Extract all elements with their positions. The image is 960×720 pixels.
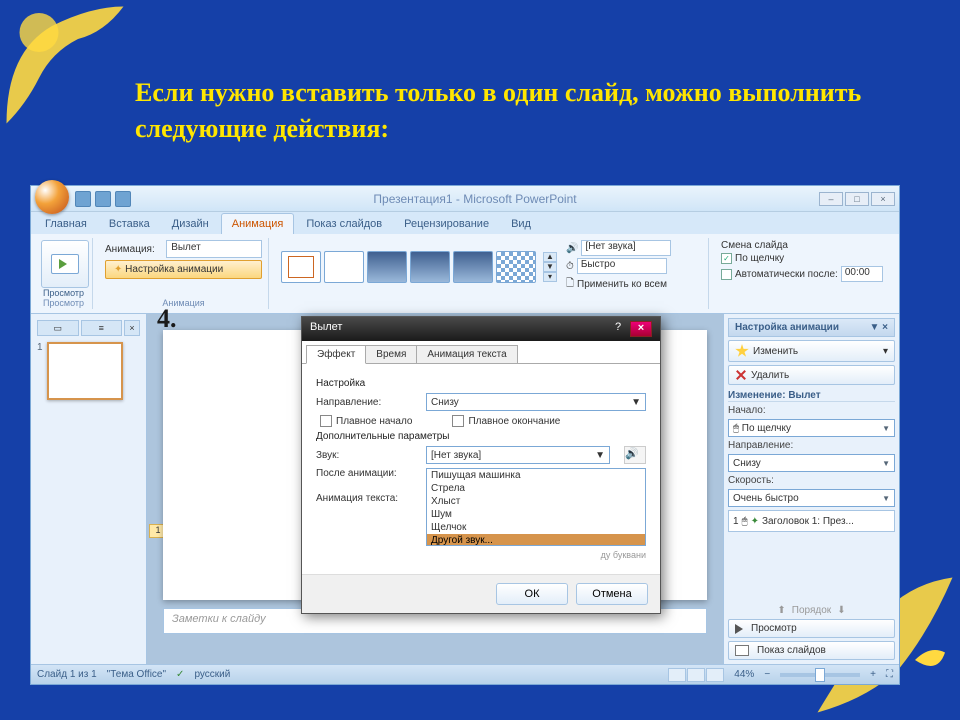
language-info: русский [194,669,230,680]
star-icon [735,344,749,358]
on-click-checkbox[interactable]: ✓ [721,253,732,264]
advance-slide-label: Смена слайда [721,240,889,251]
view-slideshow[interactable] [706,668,724,682]
ribbon-body: Просмотр Просмотр Анимация: Вылет ✦ Наст… [31,234,899,314]
animation-task-pane: Настройка анимации ▼ × Изменить ▾ Удалит… [723,314,899,664]
transition-more[interactable]: ▲▼▾ [543,252,557,282]
pane-close-icon[interactable]: ▼ × [869,322,888,333]
auto-after-checkbox[interactable] [721,269,732,280]
slide-heading: Если нужно вставить только в один слайд,… [135,75,880,148]
effect-options-dialog: Вылет ? × Эффект Время Анимация текста Н… [301,316,661,614]
powerpoint-window: Презентация1 - Microsoft PowerPoint – □ … [30,185,900,685]
preview-button[interactable] [41,240,89,288]
zoom-in-icon[interactable]: + [870,669,876,680]
custom-animation-button[interactable]: ✦ Настройка анимации [105,260,262,279]
dialog-tabs: Эффект Время Анимация текста [302,341,660,364]
apply-to-all-button[interactable]: 🗋 Применить ко всем [566,276,671,293]
tab-animation[interactable]: Анимация [221,213,295,234]
fit-icon[interactable]: ⛶ [886,669,893,680]
tab-design[interactable]: Дизайн [162,214,219,234]
zoom-value: 44% [734,669,754,680]
transition-thumb[interactable] [367,251,407,283]
slideshow-icon [735,645,749,656]
dialog-help-button[interactable]: ? [608,321,628,337]
pane-title-bar: Настройка анимации ▼ × [728,318,895,337]
reorder-down-icon[interactable]: ⬇ [837,605,845,616]
slide-info: Слайд 1 из 1 [37,669,97,680]
modification-label: Изменение: Вылет [728,388,895,402]
maximize-button[interactable]: □ [845,192,869,206]
transition-thumb[interactable] [410,251,450,283]
pane-slideshow-button[interactable]: Показ слайдов [728,641,895,660]
undo-icon[interactable] [95,191,111,207]
dialog-close-button[interactable]: × [630,321,652,337]
ribbon-tabs: Главная Вставка Дизайн Анимация Показ сл… [31,212,899,234]
transition-sound-select[interactable]: [Нет звука] [581,240,671,256]
office-button[interactable] [35,180,69,214]
play-icon [735,624,743,634]
pane-preview-button[interactable]: Просмотр [728,619,895,638]
quick-access-toolbar [75,191,131,207]
slides-panel: ▭ ≡ × 1 [31,314,147,664]
animation-label: Анимация: [105,244,162,255]
dialog-tab-timing[interactable]: Время [365,345,417,363]
transition-thumb[interactable] [453,251,493,283]
reorder-up-icon[interactable]: ⬆ [777,605,785,616]
window-title: Презентация1 - Microsoft PowerPoint [131,192,819,206]
dialog-tab-text[interactable]: Анимация текста [416,345,517,363]
reorder-controls: ⬆ Порядок ⬇ [728,605,895,616]
view-sorter[interactable] [687,668,705,682]
dialog-tab-effect[interactable]: Эффект [306,345,366,364]
delete-effect-button[interactable]: Удалить [728,365,895,385]
dialog-ok-button[interactable]: ОК [496,583,568,605]
theme-info: "Тема Office" [107,669,166,680]
transition-none[interactable] [281,251,321,283]
change-effect-button[interactable]: Изменить ▾ [728,340,895,362]
tab-review[interactable]: Рецензирование [394,214,499,234]
slide-thumbnail[interactable]: 1 [37,342,140,400]
dialog-direction-select[interactable]: Снизу▼ [426,393,646,411]
minimize-button[interactable]: – [819,192,843,206]
dialog-titlebar: Вылет ? × [302,317,660,341]
outline-tab-slides[interactable]: ▭ [37,320,79,336]
zoom-slider[interactable] [780,673,860,677]
transition-gallery: ▲▼▾ 🔊[Нет звука] ⏱Быстро 🗋 Применить ко … [281,240,702,293]
view-normal[interactable] [668,668,686,682]
window-titlebar: Презентация1 - Microsoft PowerPoint – □ … [31,186,899,212]
status-bar: Слайд 1 из 1 "Тема Office" ✓ русский 44%… [31,664,899,684]
dialog-sound-select[interactable]: [Нет звука]▼ [426,446,610,464]
tab-view[interactable]: Вид [501,214,541,234]
direction-select[interactable]: Снизу▼ [728,454,895,472]
extra-section-label: Дополнительные параметры [316,431,646,442]
close-button[interactable]: × [871,192,895,206]
outline-tab-outline[interactable]: ≡ [81,320,123,336]
outline-close[interactable]: × [124,320,140,336]
transition-speed-select[interactable]: Быстро [577,258,667,274]
smooth-end-checkbox[interactable] [452,415,464,427]
transition-thumb[interactable] [496,251,536,283]
preview-icon [51,254,79,274]
animation-list-item[interactable]: 1 🖱 ✦ Заголовок 1: През... [728,510,895,532]
animation-select[interactable]: Вылет [166,240,262,258]
save-icon[interactable] [75,191,91,207]
transition-thumb[interactable] [324,251,364,283]
tab-insert[interactable]: Вставка [99,214,160,234]
spell-check-icon[interactable]: ✓ [176,669,184,680]
dialog-cancel-button[interactable]: Отмена [576,583,648,605]
tab-slideshow[interactable]: Показ слайдов [296,214,392,234]
delete-icon [735,369,747,381]
smooth-start-checkbox[interactable] [320,415,332,427]
speed-select[interactable]: Очень быстро▼ [728,489,895,507]
speaker-button[interactable]: 🔊 [624,446,646,464]
redo-icon[interactable] [115,191,131,207]
sound-listbox[interactable]: Пишущая машинка Стрела Хлыст Шум Щелчок … [426,468,646,546]
settings-section-label: Настройка [316,378,646,389]
ornament-top-left [0,0,130,130]
tab-home[interactable]: Главная [35,214,97,234]
preview-label: Просмотр [41,288,86,298]
auto-after-time[interactable]: 00:00 [841,266,883,282]
zoom-out-icon[interactable]: − [764,669,770,680]
start-select[interactable]: 🖱 По щелчку▼ [728,419,895,437]
